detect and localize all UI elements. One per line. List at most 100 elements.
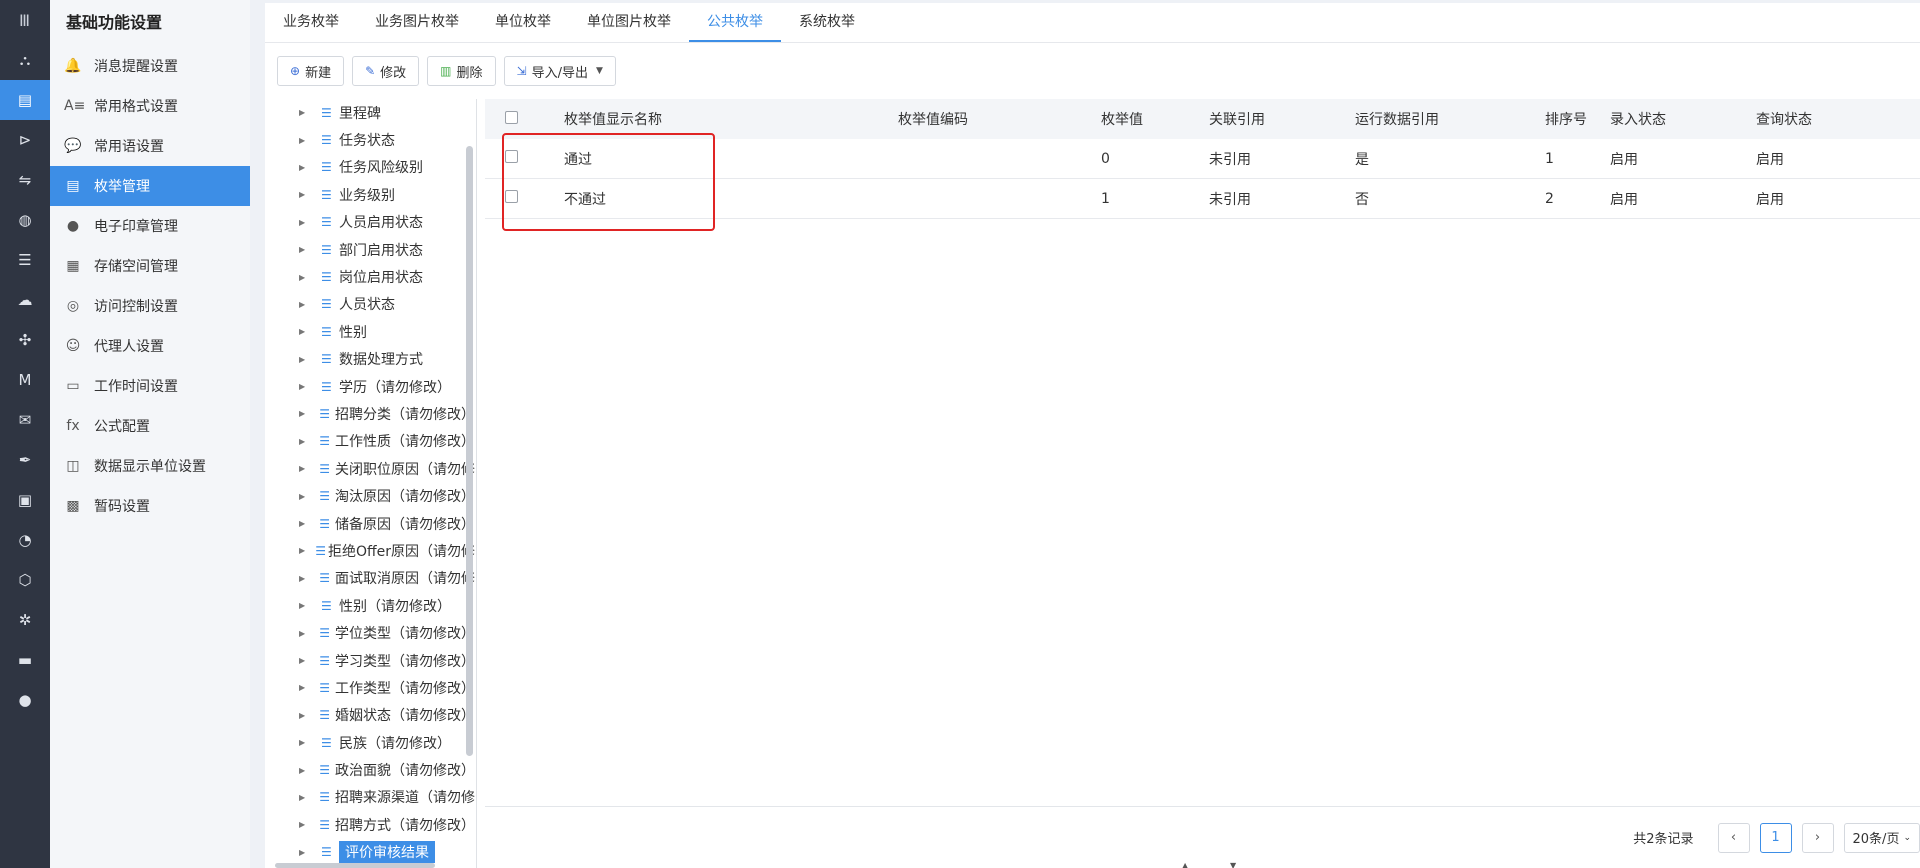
col-query-status[interactable]: 查询状态	[1756, 109, 1812, 129]
tree-node[interactable]: ▶ ☰ 性别	[265, 318, 475, 345]
sidebar-item-9[interactable]: fx 公式配置	[50, 406, 250, 446]
row-checkbox[interactable]	[505, 150, 518, 167]
gear-icon[interactable]: ✲	[0, 600, 50, 640]
expand-arrow-icon[interactable]: ▶	[299, 327, 311, 336]
expand-arrow-icon[interactable]: ▶	[299, 190, 311, 199]
row-checkbox[interactable]	[505, 190, 518, 207]
tab-5[interactable]: 系统枚举	[781, 2, 873, 42]
tab-4[interactable]: 公共枚举	[689, 2, 781, 42]
scroll-up-icon[interactable]: ▲	[1182, 861, 1188, 868]
col-runtime-reference[interactable]: 运行数据引用	[1355, 109, 1439, 129]
chart-icon[interactable]: ▣	[0, 480, 50, 520]
col-order[interactable]: 排序号	[1545, 109, 1587, 129]
expand-arrow-icon[interactable]: ▶	[299, 218, 311, 227]
tree-vertical-scrollbar[interactable]	[466, 146, 473, 756]
tree-node[interactable]: ▶ ☰ 学历（请勿修改）	[265, 373, 475, 400]
tree-node[interactable]: ▶ ☰ 任务风险级别	[265, 154, 475, 181]
mail-m-icon[interactable]: M	[0, 360, 50, 400]
sidebar-item-1[interactable]: A≡ 常用格式设置	[50, 86, 250, 126]
tree-node[interactable]: ▶ ☰ 拒绝Offer原因（请勿修	[265, 537, 475, 564]
expand-arrow-icon[interactable]: ▶	[299, 766, 309, 775]
tree-node[interactable]: ▶ ☰ 人员启用状态	[265, 209, 475, 236]
expand-arrow-icon[interactable]: ▶	[299, 437, 309, 446]
cloud-icon[interactable]: ☁	[0, 280, 50, 320]
sidebar-item-5[interactable]: ▦ 存储空间管理	[50, 246, 250, 286]
import-export-button[interactable]: ⇲ 导入/导出 ▼	[503, 56, 616, 86]
expand-arrow-icon[interactable]: ▶	[299, 300, 311, 309]
route-icon[interactable]: ⇋	[0, 160, 50, 200]
next-page-button[interactable]: ›	[1801, 822, 1834, 853]
expand-arrow-icon[interactable]: ▶	[299, 464, 309, 473]
tree-node[interactable]: ▶ ☰ 工作性质（请勿修改）	[265, 428, 475, 455]
monitor-icon[interactable]: ▬	[0, 640, 50, 680]
col-value[interactable]: 枚举值	[1101, 109, 1143, 129]
tab-1[interactable]: 业务图片枚举	[357, 2, 477, 42]
expand-arrow-icon[interactable]: ▶	[299, 382, 311, 391]
cloud-dot-icon[interactable]: ◍	[0, 200, 50, 240]
tab-2[interactable]: 单位枚举	[477, 2, 569, 42]
prev-page-button[interactable]: ‹	[1717, 822, 1750, 853]
tree-node[interactable]: ▶ ☰ 面试取消原因（请勿修	[265, 565, 475, 592]
tree-node[interactable]: ▶ ☰ 里程碑	[265, 99, 475, 126]
expand-arrow-icon[interactable]: ▶	[299, 546, 305, 555]
tree-node[interactable]: ▶ ☰ 工作类型（请勿修改）	[265, 674, 475, 701]
col-display-name[interactable]: 枚举值显示名称	[564, 109, 662, 129]
expand-arrow-icon[interactable]: ▶	[299, 738, 311, 747]
expand-arrow-icon[interactable]: ▶	[299, 409, 309, 418]
expand-arrow-icon[interactable]: ▶	[299, 355, 311, 364]
expand-arrow-icon[interactable]: ▶	[299, 711, 309, 720]
page-size-select[interactable]: 20条/页 ⌄	[1843, 822, 1920, 853]
expand-arrow-icon[interactable]: ▶	[299, 136, 311, 145]
tree-node[interactable]: ▶ ☰ 关闭职位原因（请勿修	[265, 455, 475, 482]
current-page-button[interactable]: 1	[1759, 822, 1792, 853]
delete-button[interactable]: ▥ 删除	[427, 56, 496, 86]
expand-arrow-icon[interactable]: ▶	[299, 273, 311, 282]
tree-node[interactable]: ▶ ☰ 婚姻状态（请勿修改）	[265, 702, 475, 729]
col-input-status[interactable]: 录入状态	[1610, 109, 1666, 129]
tree-node[interactable]: ▶ ☰ 储备原因（请勿修改）	[265, 510, 475, 537]
tree-node[interactable]: ▶ ☰ 民族（请勿修改）	[265, 729, 475, 756]
expand-arrow-icon[interactable]: ▶	[299, 108, 311, 117]
col-reference[interactable]: 关联引用	[1209, 109, 1265, 129]
tree-node[interactable]: ▶ ☰ 数据处理方式	[265, 346, 475, 373]
select-all-checkbox[interactable]	[505, 110, 518, 128]
feather-icon[interactable]: ✒	[0, 440, 50, 480]
form-icon[interactable]: ▤	[0, 80, 50, 120]
table-row[interactable]: 不通过 1 未引用 否 2 启用 启用	[485, 179, 1920, 219]
cube-icon[interactable]: ⬡	[0, 560, 50, 600]
expand-arrow-icon[interactable]: ▶	[299, 163, 311, 172]
tree-node[interactable]: ▶ ☰ 部门启用状态	[265, 236, 475, 263]
tree-node[interactable]: ▶ ☰ 政治面貌（请勿修改）	[265, 756, 475, 783]
robot-icon[interactable]: ◔	[0, 520, 50, 560]
tree-node[interactable]: ▶ ☰ 人员状态	[265, 291, 475, 318]
tree-horizontal-scrollbar[interactable]	[275, 863, 435, 868]
scroll-down-icon[interactable]: ▼	[1230, 861, 1236, 868]
tree-node[interactable]: ▶ ☰ 评价审核结果	[265, 839, 475, 866]
expand-arrow-icon[interactable]: ▶	[299, 656, 309, 665]
expand-arrow-icon[interactable]: ▶	[299, 848, 311, 857]
flow-icon[interactable]: ⊳	[0, 120, 50, 160]
tree-node[interactable]: ▶ ☰ 岗位启用状态	[265, 263, 475, 290]
tree-node[interactable]: ▶ ☰ 性别（请勿修改）	[265, 592, 475, 619]
col-code[interactable]: 枚举值编码	[898, 109, 968, 129]
user-icon[interactable]: ●	[0, 680, 50, 720]
table-row[interactable]: 通过 0 未引用 是 1 启用 启用	[485, 139, 1920, 179]
wechat-icon[interactable]: ✉	[0, 400, 50, 440]
tree-node[interactable]: ▶ ☰ 学习类型（请勿修改）	[265, 647, 475, 674]
edit-button[interactable]: ✎ 修改	[352, 56, 420, 86]
sidebar-item-3[interactable]: ▤ 枚举管理	[50, 166, 250, 206]
sidebar-item-10[interactable]: ◫ 数据显示单位设置	[50, 446, 250, 486]
tree-node[interactable]: ▶ ☰ 招聘方式（请勿修改）	[265, 811, 475, 838]
expand-arrow-icon[interactable]: ▶	[299, 820, 309, 829]
expand-arrow-icon[interactable]: ▶	[299, 492, 309, 501]
sidebar-item-6[interactable]: ◎ 访问控制设置	[50, 286, 250, 326]
sidebar-item-8[interactable]: ▭ 工作时间设置	[50, 366, 250, 406]
tab-0[interactable]: 业务枚举	[265, 2, 357, 42]
sidebar-item-0[interactable]: 🔔 消息提醒设置	[50, 46, 250, 86]
expand-arrow-icon[interactable]: ▶	[299, 683, 309, 692]
expand-arrow-icon[interactable]: ▶	[299, 574, 309, 583]
menu-toggle-icon[interactable]: Ⅲ	[0, 0, 50, 40]
server-icon[interactable]: ☰	[0, 240, 50, 280]
sidebar-item-11[interactable]: ▩ 暂码设置	[50, 486, 250, 526]
sidebar-item-2[interactable]: 💬 常用语设置	[50, 126, 250, 166]
